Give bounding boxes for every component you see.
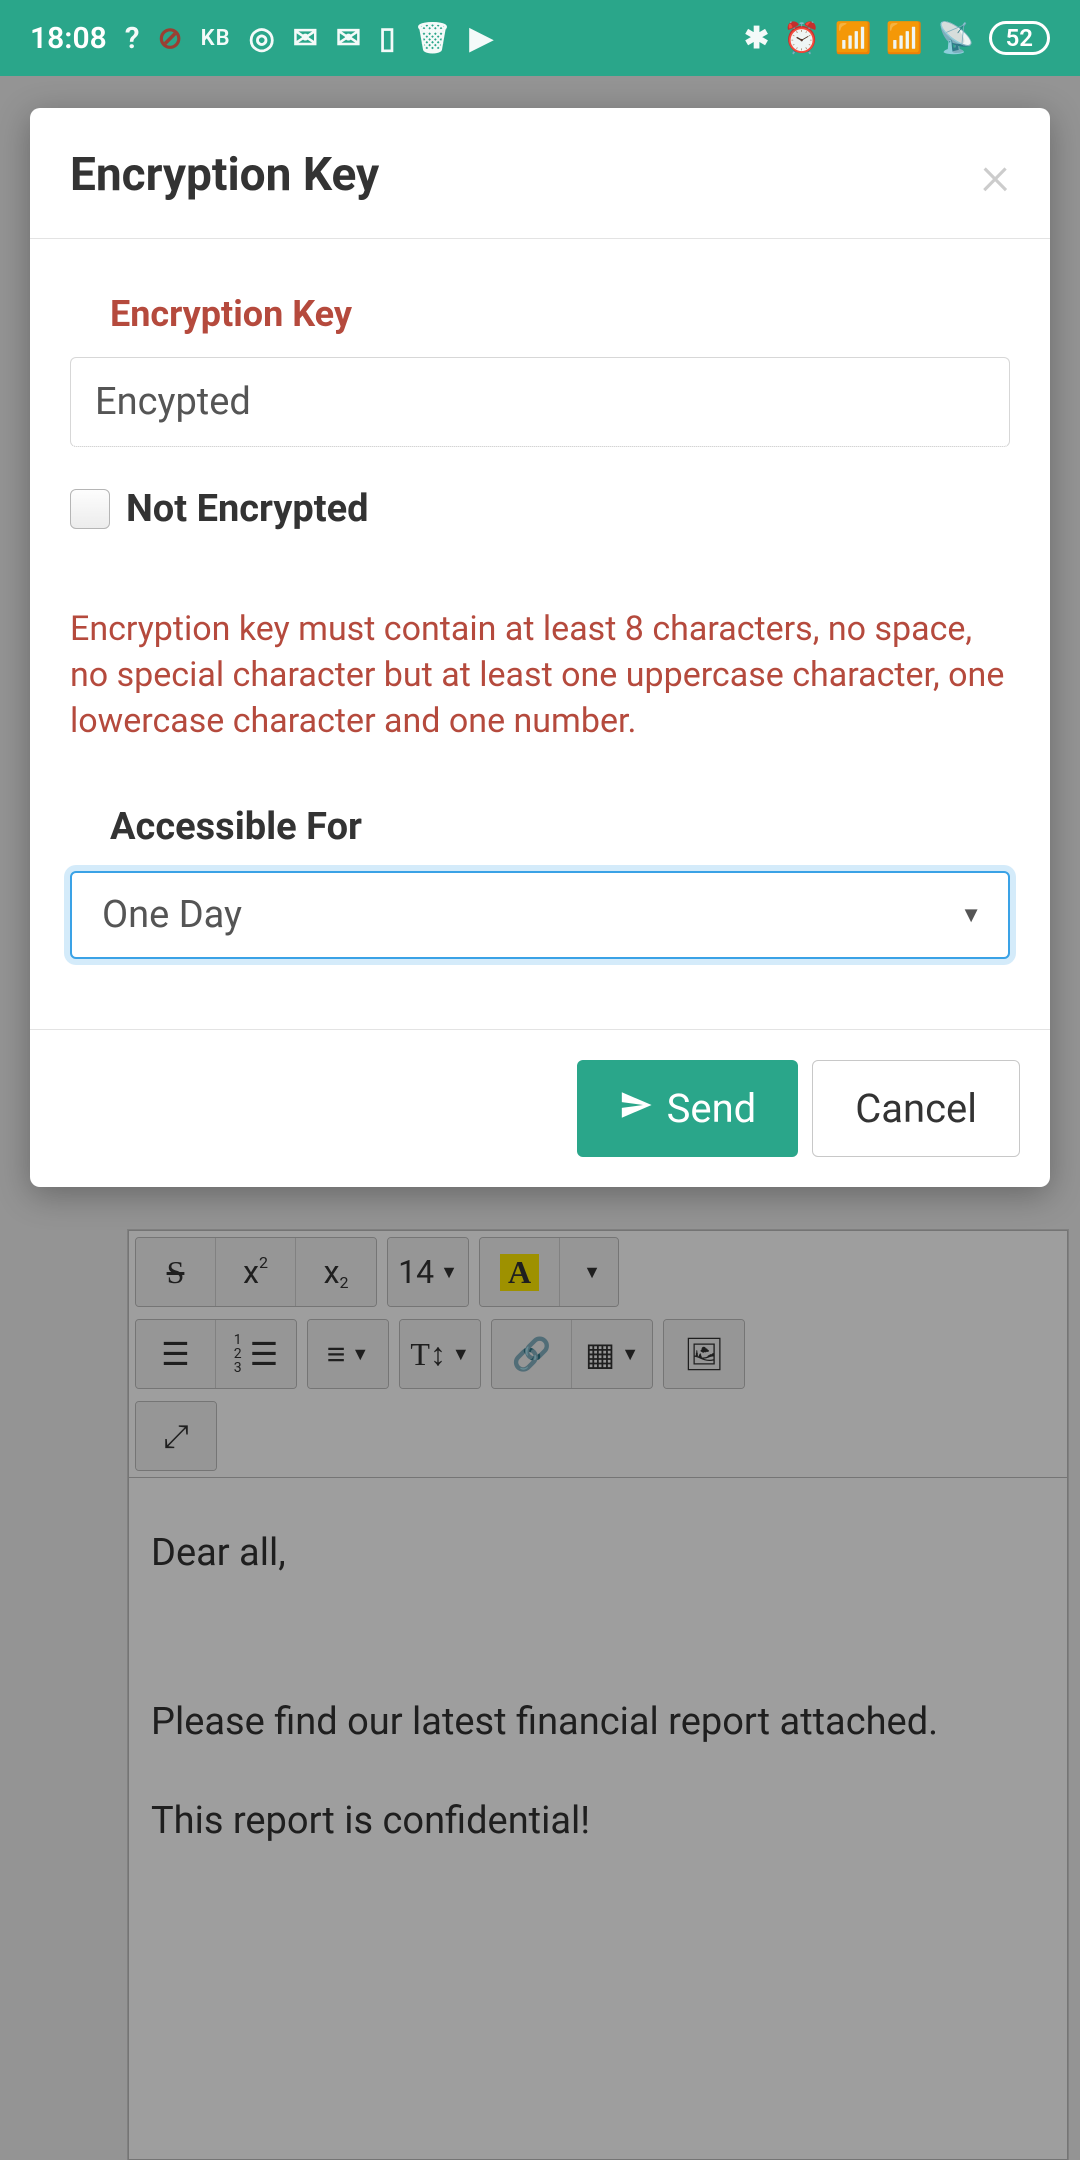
play-icon: ▶ <box>470 21 493 56</box>
clock: 18:08 <box>30 21 107 56</box>
chevron-down-icon: ▼ <box>960 902 982 928</box>
cancel-button[interactable]: Cancel <box>812 1060 1020 1157</box>
cancel-label: Cancel <box>855 1085 977 1132</box>
outlook-icon: ✉ <box>293 21 318 56</box>
status-bar: 18:08 ? ⊘ KB ◎ ✉ ✉ ▯ 🗑 ▶ ✱ ⏰ 📶 📶 📡 52 <box>0 0 1080 76</box>
close-icon[interactable]: × <box>981 161 1010 189</box>
wifi-icon: 📡 <box>937 21 974 56</box>
trash-icon: 🗑 <box>414 21 452 56</box>
instagram-icon: ◎ <box>249 21 275 56</box>
sim-icon: ▯ <box>379 21 396 56</box>
send-button[interactable]: Send <box>577 1060 799 1157</box>
encryption-key-input[interactable]: Encypted <box>70 357 1010 447</box>
paper-plane-icon <box>619 1085 653 1132</box>
bluetooth-icon: ✱ <box>744 21 769 56</box>
alert-icon: ⊘ <box>158 21 183 56</box>
send-label: Send <box>667 1085 757 1132</box>
signal-icon-2: 📶 <box>886 21 923 56</box>
outlook-icon-2: ✉ <box>336 21 361 56</box>
help-icon: ? <box>125 21 140 56</box>
modal-title: Encryption Key <box>70 148 379 202</box>
not-encrypted-checkbox[interactable] <box>70 489 110 529</box>
battery-badge: 52 <box>989 21 1050 55</box>
kb-icon: KB <box>201 26 231 51</box>
signal-icon: 📶 <box>835 21 872 56</box>
accessible-for-select[interactable]: One Day <box>70 871 1010 959</box>
encryption-key-label: Encryption Key <box>110 293 1006 335</box>
encryption-help-text: Encryption key must contain at least 8 c… <box>70 607 1010 745</box>
accessible-for-label: Accessible For <box>110 805 1006 849</box>
encryption-key-modal: Encryption Key × Encryption Key Encypted… <box>30 108 1050 1187</box>
alarm-icon: ⏰ <box>783 21 820 56</box>
not-encrypted-label: Not Encrypted <box>126 487 369 531</box>
